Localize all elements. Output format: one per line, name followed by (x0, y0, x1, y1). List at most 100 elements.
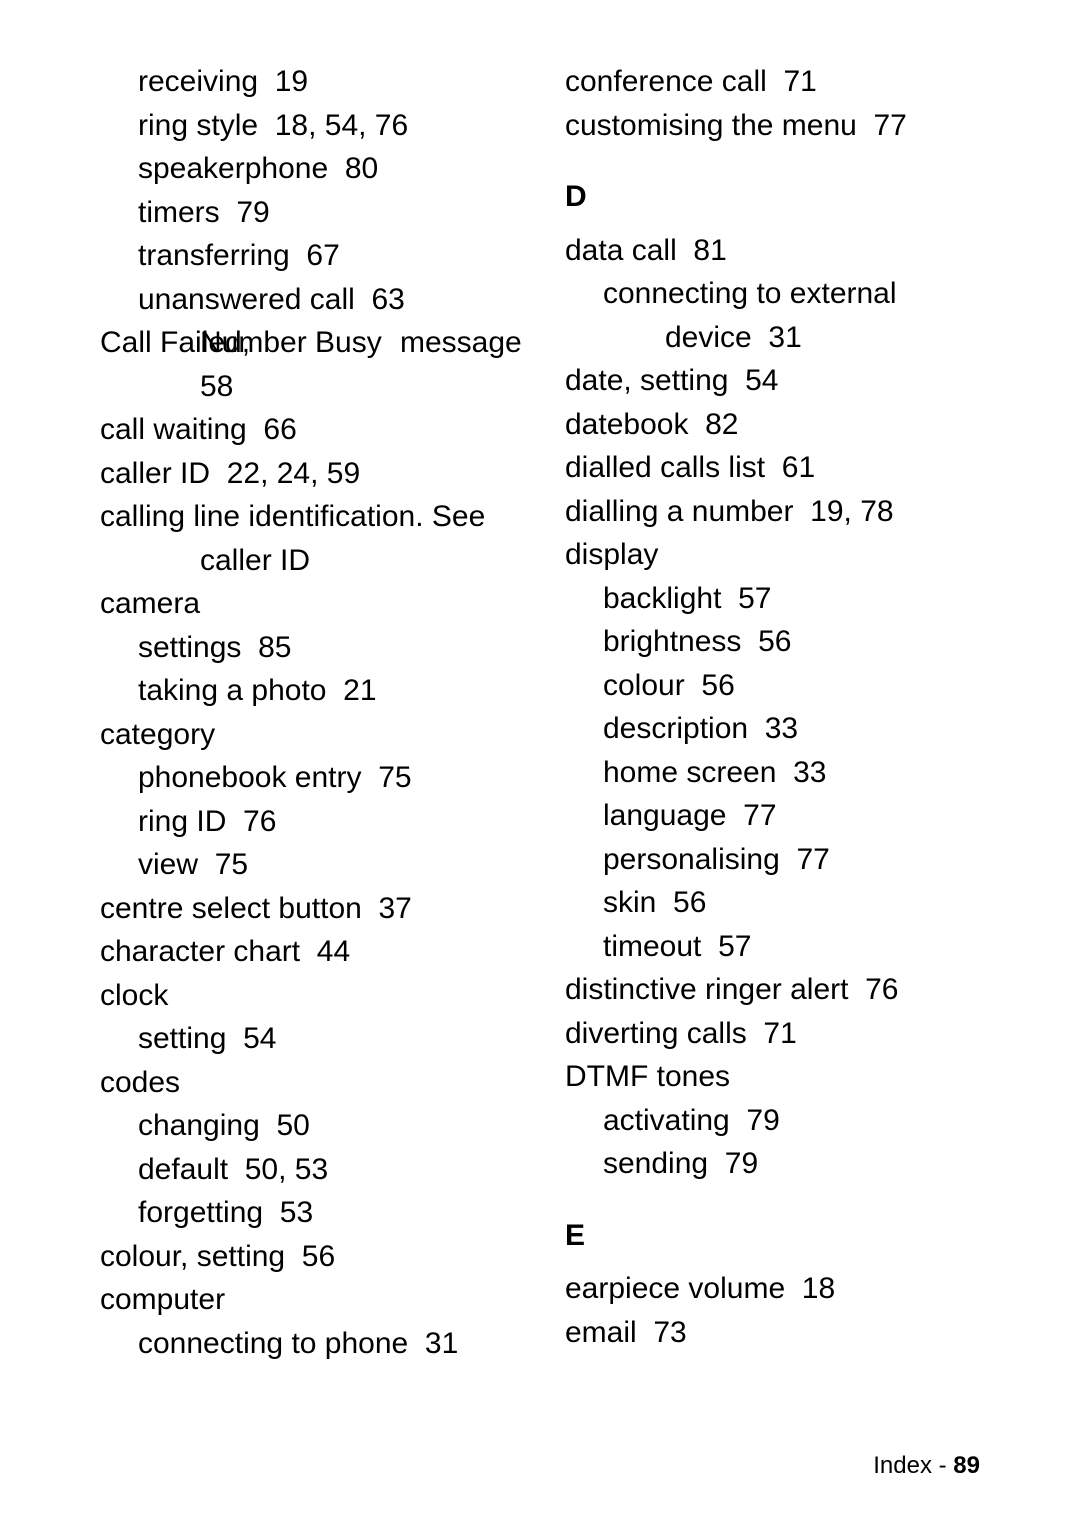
index-entry: brightness 56 (565, 620, 980, 664)
index-entry: default 50, 53 (100, 1148, 515, 1192)
index-entry: settings 85 (100, 626, 515, 670)
index-pages: 75 (215, 848, 248, 881)
index-term: skin (603, 886, 656, 919)
index-term: character chart (100, 935, 300, 968)
index-pages: 61 (782, 451, 815, 484)
index-term: default (138, 1153, 228, 1186)
index-entry: colour 56 (565, 664, 980, 708)
index-entry: calling line identification. See (100, 495, 515, 539)
index-entry: colour, setting 56 (100, 1235, 515, 1279)
index-pages: 76 (865, 973, 898, 1006)
index-term: activating (603, 1104, 730, 1137)
index-entry: home screen 33 (565, 751, 980, 795)
index-pages: 19, 78 (810, 495, 893, 528)
index-term: sending (603, 1147, 708, 1180)
index-entry: skin 56 (565, 881, 980, 925)
index-entry-overlap: Call Failed, Number Busy message (100, 321, 515, 365)
index-entry: speakerphone 80 (100, 147, 515, 191)
index-pages: 82 (705, 408, 738, 441)
index-term: ring ID (138, 805, 226, 838)
index-term: brightness (603, 625, 741, 658)
index-term: DTMF tones (565, 1060, 730, 1093)
index-term: dialling a number (565, 495, 793, 528)
index-pages: 73 (653, 1316, 686, 1349)
index-pages: 63 (371, 283, 404, 316)
index-entry: backlight 57 (565, 577, 980, 621)
index-entry: caller ID 22, 24, 59 (100, 452, 515, 496)
columns: receiving 19 ring style 18, 54, 76 speak… (100, 60, 980, 1365)
index-entry: category (100, 713, 515, 757)
index-entry: data call 81 (565, 229, 980, 273)
index-entry: ring style 18, 54, 76 (100, 104, 515, 148)
index-entry: language 77 (565, 794, 980, 838)
index-pages: 58 (200, 370, 233, 403)
index-entry: device 31 (565, 316, 980, 360)
index-pages: 18, 54, 76 (275, 109, 408, 142)
index-term: display (565, 538, 658, 571)
left-column: receiving 19 ring style 18, 54, 76 speak… (100, 60, 515, 1365)
index-entry: view 75 (100, 843, 515, 887)
index-entry: forgetting 53 (100, 1191, 515, 1235)
section-heading-e: E (565, 1214, 980, 1258)
index-entry: distinctive ringer alert 76 (565, 968, 980, 1012)
index-pages: 85 (258, 631, 291, 664)
index-term: dialled calls list (565, 451, 765, 484)
index-pages: 75 (378, 761, 411, 794)
index-pages: 76 (243, 805, 276, 838)
index-term: home screen (603, 756, 776, 789)
index-pages: 18 (802, 1272, 835, 1305)
index-term: phonebook entry (138, 761, 362, 794)
index-entry: email 73 (565, 1311, 980, 1355)
index-pages: 22, 24, 59 (227, 457, 360, 490)
index-term: email (565, 1316, 637, 1349)
index-entry: centre select button 37 (100, 887, 515, 931)
index-entry: phonebook entry 75 (100, 756, 515, 800)
index-pages: 79 (236, 196, 269, 229)
index-entry: timeout 57 (565, 925, 980, 969)
index-pages: 31 (768, 321, 801, 354)
index-term: calling line identification. (100, 500, 432, 533)
index-entry: taking a photo 21 (100, 669, 515, 713)
index-entry: receiving 19 (100, 60, 515, 104)
index-pages: 57 (738, 582, 771, 615)
index-entry: computer (100, 1278, 515, 1322)
index-entry: customising the menu 77 (565, 104, 980, 148)
index-entry: sending 79 (565, 1142, 980, 1186)
index-entry: description 33 (565, 707, 980, 751)
index-entry: datebook 82 (565, 403, 980, 447)
index-term: timeout (603, 930, 701, 963)
index-term: taking a photo (138, 674, 326, 707)
index-term: receiving (138, 65, 258, 98)
index-pages: 33 (765, 712, 798, 745)
index-entry: conference call 71 (565, 60, 980, 104)
index-entry: activating 79 (565, 1099, 980, 1143)
index-term: conference call (565, 65, 767, 98)
index-term: device (665, 321, 752, 354)
index-pages: 77 (743, 799, 776, 832)
index-term: colour, setting (100, 1240, 285, 1273)
index-term: caller ID (100, 457, 210, 490)
index-term: diverting calls (565, 1017, 747, 1050)
index-term-overlay: message (400, 321, 522, 365)
index-term: language (603, 799, 726, 832)
index-entry: display (565, 533, 980, 577)
index-pages: 33 (793, 756, 826, 789)
index-entry: caller ID (100, 539, 515, 583)
index-term: timers (138, 196, 220, 229)
index-entry: date, setting 54 (565, 359, 980, 403)
index-term: description (603, 712, 748, 745)
index-pages: 56 (673, 886, 706, 919)
index-term: customising the menu (565, 109, 857, 142)
footer-label: Index - (873, 1452, 953, 1479)
index-term: ring style (138, 109, 258, 142)
overlay-part: Number Busy (200, 326, 382, 359)
index-term: date, setting (565, 364, 728, 397)
index-pages: 44 (317, 935, 350, 968)
footer-page-number: 89 (953, 1452, 980, 1479)
index-pages: 54 (243, 1022, 276, 1055)
index-pages: 21 (343, 674, 376, 707)
index-entry: dialled calls list 61 (565, 446, 980, 490)
index-entry: ring ID 76 (100, 800, 515, 844)
index-entry: diverting calls 71 (565, 1012, 980, 1056)
index-entry: setting 54 (100, 1017, 515, 1061)
